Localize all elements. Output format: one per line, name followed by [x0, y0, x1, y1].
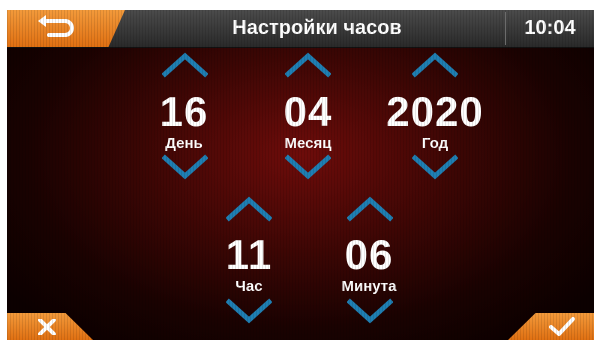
chevron-down-icon — [285, 154, 331, 180]
month-down-button[interactable] — [285, 154, 331, 180]
clock-settings-screen: Настройки часов 10:04 16 День 04 Месяц 2… — [7, 10, 594, 340]
year-field: 2020 Год — [375, 50, 495, 190]
chevron-up-icon — [347, 196, 393, 222]
confirm-button[interactable] — [508, 313, 594, 340]
day-value: 16 — [159, 88, 209, 135]
chevron-down-icon — [412, 154, 458, 180]
clock-display: 10:04 — [524, 17, 576, 39]
page-title: Настройки часов — [232, 17, 402, 39]
month-label: Месяц — [284, 135, 332, 152]
chevron-down-icon — [162, 154, 208, 180]
hour-down-button[interactable] — [226, 298, 272, 324]
chevron-up-icon — [285, 52, 331, 78]
minute-value: 06 — [344, 231, 394, 278]
hour-field: 11 Час — [189, 194, 309, 334]
hour-up-button[interactable] — [226, 196, 272, 222]
day-label: День — [165, 135, 203, 152]
minute-up-button[interactable] — [347, 196, 393, 222]
close-icon — [38, 319, 56, 335]
year-label: Год — [421, 135, 449, 152]
top-bar: Настройки часов 10:04 — [7, 10, 594, 48]
month-value: 04 — [283, 88, 333, 135]
chevron-down-icon — [226, 298, 272, 324]
hour-label: Час — [235, 278, 263, 295]
minute-field: 06 Минута — [309, 194, 429, 334]
back-button[interactable] — [7, 10, 125, 47]
minute-down-button[interactable] — [347, 298, 393, 324]
year-down-button[interactable] — [412, 154, 458, 180]
day-up-button[interactable] — [162, 52, 208, 78]
month-up-button[interactable] — [285, 52, 331, 78]
year-up-button[interactable] — [412, 52, 458, 78]
cancel-button[interactable] — [7, 313, 93, 340]
year-value: 2020 — [386, 88, 484, 135]
day-field: 16 День — [124, 50, 244, 190]
checkmark-icon — [549, 317, 575, 336]
back-arrow-icon — [38, 15, 74, 37]
chevron-up-icon — [226, 196, 272, 222]
chevron-up-icon — [412, 52, 458, 78]
chevron-down-icon — [347, 298, 393, 324]
hour-value: 11 — [225, 231, 273, 278]
day-down-button[interactable] — [162, 154, 208, 180]
minute-label: Минута — [341, 278, 397, 295]
chevron-up-icon — [162, 52, 208, 78]
month-field: 04 Месяц — [248, 50, 368, 190]
